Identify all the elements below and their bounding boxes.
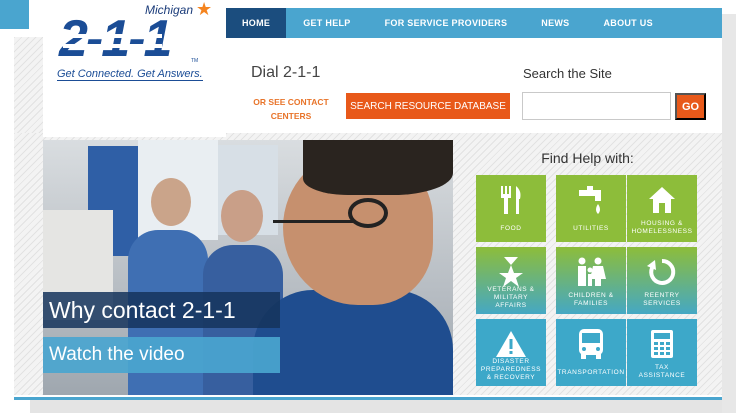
help-tile-label: REENTRY SERVICES [627,292,697,308]
search-input[interactable] [522,92,671,120]
contact-centers-line2: CENTERS [270,111,312,121]
search-site-label: Search the Site [523,66,612,81]
dial-heading: Dial 2-1-1 [251,64,321,81]
contact-centers-line1: OR SEE CONTACT [253,97,329,107]
help-tile-transportation[interactable]: TRANSPORTATION [556,319,626,386]
nav-about-us[interactable]: ABOUT US [586,8,669,38]
help-tile-food[interactable]: FOOD [476,175,546,242]
hero-headline: Why contact 2-1-1 [43,292,280,328]
page-shadow [722,14,736,413]
help-tile-tax-assistance[interactable]: TAX ASSISTANCE [627,319,697,386]
hero-agent-hair [303,140,453,195]
help-tile-label: TAX ASSISTANCE [627,364,697,380]
help-tile-label-line: ASSISTANCE [638,372,686,379]
top-accent-strip [0,0,29,29]
help-tile-label: HOUSING & HOMELESSNESS [627,220,697,236]
help-tile-label-line: UTILITIES [573,225,609,232]
help-tile-label: VETERANS & MILITARY AFFAIRS [476,286,546,310]
help-tile-label-line: SERVICES [643,300,681,307]
help-tile-label-line: TRANSPORTATION [557,369,625,376]
help-tile-label: TRANSPORTATION [556,369,626,377]
help-tile-housing-homelessness[interactable]: HOUSING & HOMELESSNESS [627,175,697,242]
medal-icon [476,255,546,289]
hero-agent-shirt [253,290,453,395]
help-tile-utilities[interactable]: UTILITIES [556,175,626,242]
find-help-title: Find Help with: [541,150,634,166]
help-tile-label-line: FAMILIES [573,300,609,307]
help-tile-label-line: VETERANS & [487,286,535,293]
help-tile-children-families[interactable]: CHILDREN & FAMILIES [556,247,626,314]
calculator-icon [627,327,697,361]
site-logo[interactable]: Michigan ★ 2-1-1 TM Get Connected. Get A… [43,0,226,137]
fork-knife-icon [476,183,546,217]
warning-icon [476,327,546,361]
footer-shade [30,400,722,413]
nav-get-help[interactable]: GET HELP [286,8,367,38]
search-resource-database-button[interactable]: SEARCH RESOURCE DATABASE [346,93,510,119]
logo-number: 2-1-1 [59,8,172,70]
help-tile-label: DISASTER PREPAREDNESS & RECOVERY [476,358,546,382]
hero-person [221,190,263,242]
help-tile-label: FOOD [476,225,546,233]
help-tile-label-line: REENTRY [644,292,680,299]
headset-icon [348,198,388,228]
find-help-panel: Find Help with: FOOD UTILITIES HOUSING & HO… [453,140,722,395]
house-icon [627,183,697,217]
logo-stripe [63,34,163,38]
nav-service-providers[interactable]: FOR SERVICE PROVIDERS [368,8,525,38]
nav-news[interactable]: NEWS [524,8,586,38]
help-tile-label-line: PREPAREDNESS [480,366,542,373]
header-actions: Dial 2-1-1 OR SEE CONTACT CENTERS SEARCH… [226,38,722,133]
bus-icon [556,327,626,361]
main-nav: HOME GET HELP FOR SERVICE PROVIDERS NEWS… [226,8,722,38]
headset-mic [273,220,353,223]
help-tile-label-line: FOOD [500,225,522,232]
faucet-icon [556,183,626,217]
watch-video-link[interactable]: Watch the video [43,337,280,373]
nav-home[interactable]: HOME [226,8,287,38]
help-tile-label-line: & RECOVERY [486,374,536,381]
logo-stripe [63,44,163,48]
help-tile-disaster-preparedness-recovery[interactable]: DISASTER PREPAREDNESS & RECOVERY [476,319,546,386]
help-tile-label-line: TAX [655,364,669,371]
contact-centers-link[interactable]: OR SEE CONTACT CENTERS [243,95,339,123]
help-tile-veterans-military-affairs[interactable]: VETERANS & MILITARY AFFAIRS [476,247,546,314]
help-tile-reentry-services[interactable]: REENTRY SERVICES [627,247,697,314]
help-tile-label: CHILDREN & FAMILIES [556,292,626,308]
logo-number-text: 2-1-1 [59,10,172,68]
page: Michigan ★ 2-1-1 TM Get Connected. Get A… [0,0,743,413]
help-tile-label-line: DISASTER [492,358,530,365]
help-tile-label-line: HOMELESSNESS [631,228,693,235]
hero-video[interactable]: Why contact 2-1-1 Watch the video [43,140,453,395]
help-tile-label: UTILITIES [556,225,626,233]
search-go-button[interactable]: GO [675,93,706,120]
family-icon [556,255,626,289]
help-tile-label-line: MILITARY [493,294,529,301]
hero-person [151,178,191,226]
logo-tagline: Get Connected. Get Answers. [57,68,203,81]
logo-tm: TM [191,58,199,64]
help-tile-label-line: HOUSING & [641,220,683,227]
help-tile-label-line: CHILDREN & [568,292,614,299]
reentry-arrow-icon [627,255,697,289]
help-tile-label-line: AFFAIRS [495,302,527,309]
star-icon: ★ [196,0,213,19]
